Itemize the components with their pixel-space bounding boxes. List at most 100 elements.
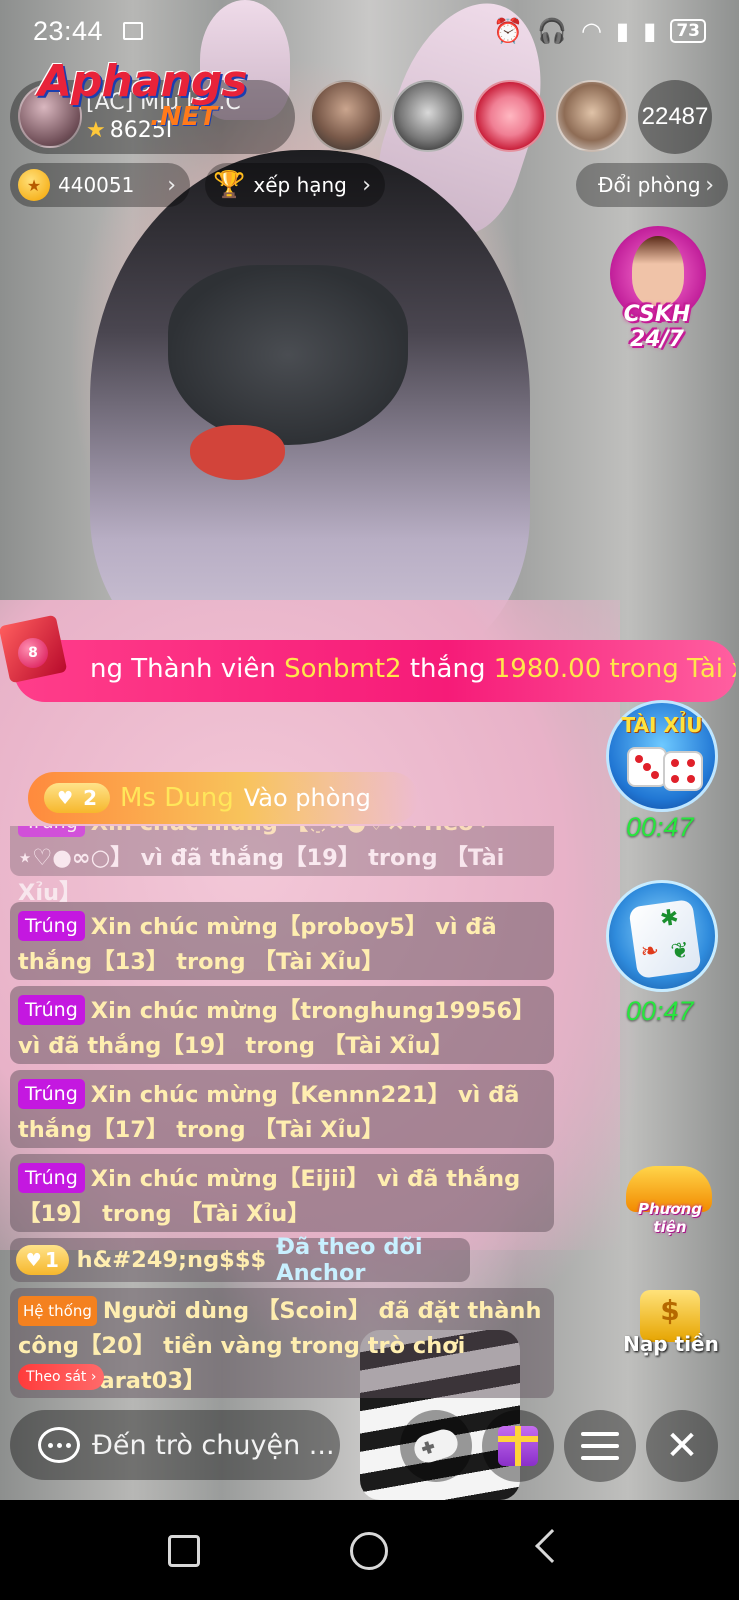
shrimp-icon: ❧ (638, 938, 661, 966)
win-tag: Trúng (18, 1079, 85, 1109)
signal-icon-2: ▮ (643, 17, 657, 45)
trophy-icon: 🏆 (213, 170, 246, 200)
marquee-middle: thắng (401, 654, 494, 684)
top-up-button[interactable]: $ Nạp tiền (622, 1290, 720, 1368)
recents-button[interactable] (168, 1535, 200, 1567)
coins-value: 440051 (58, 173, 135, 197)
viewer-avatar[interactable] (392, 80, 464, 152)
watermark-logo: Aphangs (38, 56, 248, 107)
alarm-icon: ⏰ (493, 17, 524, 45)
follow-message: ♥ 1 h&#249;ng$$$ Đã theo dõi Anchor (10, 1234, 470, 1286)
taixiu-timer: 00:47 (626, 812, 694, 842)
face-mask (168, 265, 408, 445)
menu-button[interactable] (564, 1410, 636, 1482)
taixiu-game-button[interactable]: TÀI XỈU (606, 700, 718, 812)
gamepad-icon (410, 1425, 462, 1467)
baucua-dice-icon: ✱ ❧ ❦ (628, 898, 702, 980)
vehicle-label: Phương tiện (637, 1200, 703, 1236)
game-button[interactable] (400, 1410, 472, 1482)
wifi-icon: ◠ (580, 17, 602, 45)
win-tag: Trúng (18, 826, 85, 837)
follower-name: h&#249;ng$$$ (76, 1247, 267, 1273)
support-avatar (632, 236, 684, 306)
chat-message-text: Xin chúc mừng【Kennn221】 vì đã thắng【17】 … (18, 1082, 520, 1143)
chevron-right-icon: › (705, 172, 714, 198)
entering-user-name: Ms Dung (120, 783, 234, 813)
chat-message-text: Xin chúc mừng【tronghung19956】 vì đã thắn… (18, 998, 535, 1059)
star-icon: ★ (86, 118, 106, 143)
close-icon: ✕ (665, 1423, 699, 1469)
marquee-prefix: ng Thành viên (90, 654, 285, 684)
menu-icon (581, 1432, 619, 1460)
lottery-ball: 8 (18, 638, 48, 668)
level-badge: ♥ 1 (16, 1245, 69, 1275)
follow-game-button[interactable]: Theo sát › (18, 1364, 105, 1390)
change-room-label: Đổi phòng (598, 173, 701, 197)
ranking-pill[interactable]: 🏆 xếp hạng › (205, 163, 385, 207)
chat-message-text: Xin chúc mừng【proboy5】 vì đã thắng【13】 t… (18, 914, 497, 975)
baucua-game-button[interactable]: ✱ ❧ ❦ (606, 880, 718, 992)
viewer-avatar[interactable] (310, 80, 382, 152)
customer-support-button[interactable]: CSKH 24/7 (602, 226, 712, 352)
chat-input[interactable]: Đến trò chuyện ... (10, 1410, 340, 1480)
chat-message: Trúng Xin chúc mừng【Eijii】 vì đã thắng【19… (10, 1154, 554, 1232)
marquee-amount: 1980.00 trong Tài x (493, 654, 736, 684)
follow-action: Đã theo dõi Anchor (276, 1234, 423, 1286)
signal-icon: ▮ (615, 17, 630, 45)
chat-message: Trúng Xin chúc mừng【Kennn221】 vì đã thắng… (10, 1070, 554, 1148)
gift-button[interactable] (482, 1410, 554, 1482)
level-badge: ♥ 2 (44, 783, 110, 813)
status-bar: 23:44 ⏰ 🎧 ◠ ▮ ▮ 73 (0, 0, 739, 62)
taixiu-label: TÀI XỈU (621, 713, 703, 737)
chat-message-text: Xin chúc mừng 【◌∞●♡×❤Heo❤ (91, 826, 493, 836)
marquee-user: Sonbmt2 (284, 654, 402, 684)
baucua-timer: 00:47 (626, 996, 694, 1026)
dice-icon (663, 751, 703, 791)
battery-icon: 73 (670, 19, 706, 43)
dice-icon (627, 747, 667, 787)
chevron-right-icon: › (167, 172, 176, 198)
support-label: CSKH 24/7 (623, 302, 691, 352)
heart-icon: ♥ (25, 1249, 42, 1271)
ranking-label: xếp hạng (253, 173, 347, 197)
user-enter-notice: ♥ 2 Ms Dung Vào phòng (28, 772, 418, 824)
viewer-avatar[interactable] (474, 80, 546, 152)
level-value: 1 (45, 1248, 59, 1272)
win-announcement-marquee: ng Thành viên Sonbmt2 thắng 1980.00 tron… (14, 640, 736, 702)
chat-message-text: Xin chúc mừng【Eijii】 vì đã thắng【19】 tro… (18, 1166, 521, 1227)
chat-bubble-icon (38, 1427, 80, 1463)
top-up-label: Nạp tiền (623, 1332, 719, 1356)
status-icons: ⏰ 🎧 ◠ ▮ ▮ 73 (493, 17, 706, 45)
win-tag: Trúng (18, 911, 85, 941)
watermark-logo-suffix: .NET (150, 102, 218, 132)
level-value: 2 (83, 786, 98, 810)
lips (190, 425, 285, 480)
chevron-right-icon: › (362, 172, 371, 198)
win-tag: Trúng (18, 1163, 85, 1193)
viewer-count[interactable]: 22487 (638, 80, 712, 154)
crab-icon: ✱ (658, 905, 681, 933)
gift-icon (498, 1426, 538, 1466)
marquee-text: ng Thành viên Sonbmt2 thắng 1980.00 tron… (90, 654, 736, 684)
status-time: 23:44 (33, 15, 104, 46)
vehicle-button[interactable]: Phương tiện (620, 1156, 720, 1236)
coins-pill[interactable]: ★ 440051 › (10, 163, 190, 207)
heart-icon: ♥ (56, 787, 74, 809)
headphones-icon: 🎧 (537, 17, 567, 45)
coin-icon: ★ (18, 169, 50, 201)
follow-game-label: Theo sát (26, 1369, 87, 1385)
image-notification-icon (123, 22, 144, 40)
chat-input-placeholder: Đến trò chuyện ... (92, 1429, 335, 1461)
chat-message: Trúng Xin chúc mừng【tronghung19956】 vì đã… (10, 986, 554, 1064)
chat-message: Trúng Xin chúc mừng 【◌∞●♡×❤Heo❤ ⋆♡●∞○】 vì… (10, 826, 554, 906)
system-message: Hệ thống Người dùng 【Scoin】 đã đặt thành … (10, 1288, 554, 1398)
enter-action: Vào phòng (243, 784, 371, 812)
chat-message: Trúng Xin chúc mừng【proboy5】 vì đã thắng【… (10, 902, 554, 980)
system-tag: Hệ thống (18, 1296, 97, 1326)
close-button[interactable]: ✕ (646, 1410, 718, 1482)
viewer-avatar[interactable] (556, 80, 628, 152)
change-room-button[interactable]: Đổi phòng › (576, 163, 728, 207)
home-button[interactable] (350, 1532, 388, 1570)
fish-icon: ❦ (669, 937, 691, 966)
lottery-icon: 8 (0, 606, 80, 696)
